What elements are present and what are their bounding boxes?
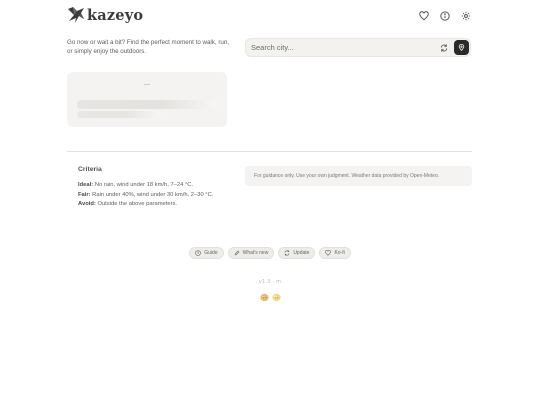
logo-mark-icon	[68, 7, 84, 23]
weather-status: —	[144, 82, 150, 88]
version-text: v1.3 · m	[258, 279, 282, 285]
app-page: kazeyo Go now or wait a bit? Find the pe…	[0, 0, 540, 405]
guide-label: Guide	[204, 250, 218, 256]
guide-button[interactable]: Guide	[189, 247, 224, 259]
loading-skeleton-line	[77, 100, 217, 109]
locate-button[interactable]	[454, 40, 469, 55]
help-circle-icon	[195, 250, 202, 256]
criteria-title: Criteria	[78, 166, 102, 173]
criteria-avoid: Avoid: Outside the above parameters.	[78, 200, 213, 210]
weather-card: —	[67, 72, 227, 127]
criteria-avoid-label: Avoid:	[78, 201, 96, 208]
gear-icon	[461, 11, 471, 21]
criteria-fair-text: Rain under 40%, wind under 30 km/h, 2–30…	[90, 191, 214, 198]
header-actions	[418, 10, 472, 22]
whats-new-label: What's new	[242, 250, 269, 256]
criteria-fair-label: Fair:	[78, 191, 91, 198]
footer-links: Guide What's new Update Ko-fi	[0, 247, 540, 259]
refresh-icon	[440, 43, 447, 52]
search-input[interactable]	[251, 39, 426, 56]
kofi-button[interactable]: Ko-fi	[319, 247, 351, 259]
criteria-avoid-text: Outside the above parameters.	[95, 201, 178, 208]
settings-button[interactable]	[460, 10, 472, 22]
criteria-ideal-label: Ideal:	[78, 182, 94, 188]
favorites-button[interactable]	[418, 10, 430, 22]
info-icon	[440, 11, 450, 21]
info-button[interactable]	[439, 10, 451, 22]
refresh-icon	[285, 250, 290, 256]
disclaimer-note: For guidance only. Use your own judgment…	[245, 166, 472, 186]
section-divider	[67, 151, 472, 152]
kofi-label: Ko-fi	[334, 250, 345, 256]
update-label: Update	[293, 250, 310, 256]
app-name: kazeyo	[87, 7, 144, 24]
criteria-ideal-text: No rain, wind under 18 km/h, 7–24 °C.	[93, 182, 194, 188]
loading-skeleton-line	[77, 111, 161, 118]
intro-text: Go now or wait a bit? Find the perfect m…	[67, 39, 229, 56]
mascot-left-icon	[259, 293, 269, 302]
location-pin-icon	[458, 44, 465, 51]
update-button[interactable]: Update	[278, 247, 316, 259]
mascots	[0, 291, 540, 302]
whats-new-button[interactable]: What's new	[227, 247, 275, 259]
criteria-list: Ideal: No rain, wind under 18 km/h, 7–24…	[78, 181, 213, 210]
search-bar	[245, 38, 471, 57]
criteria-ideal: Ideal: No rain, wind under 18 km/h, 7–24…	[78, 181, 213, 191]
heart-icon	[325, 250, 332, 256]
criteria-fair: Fair: Rain under 40%, wind under 30 km/h…	[78, 191, 213, 201]
pencil-icon	[234, 250, 239, 256]
refresh-button[interactable]	[438, 42, 449, 53]
heart-icon	[419, 11, 429, 21]
mascot-right-icon	[271, 293, 281, 302]
logo[interactable]: kazeyo	[67, 7, 143, 24]
